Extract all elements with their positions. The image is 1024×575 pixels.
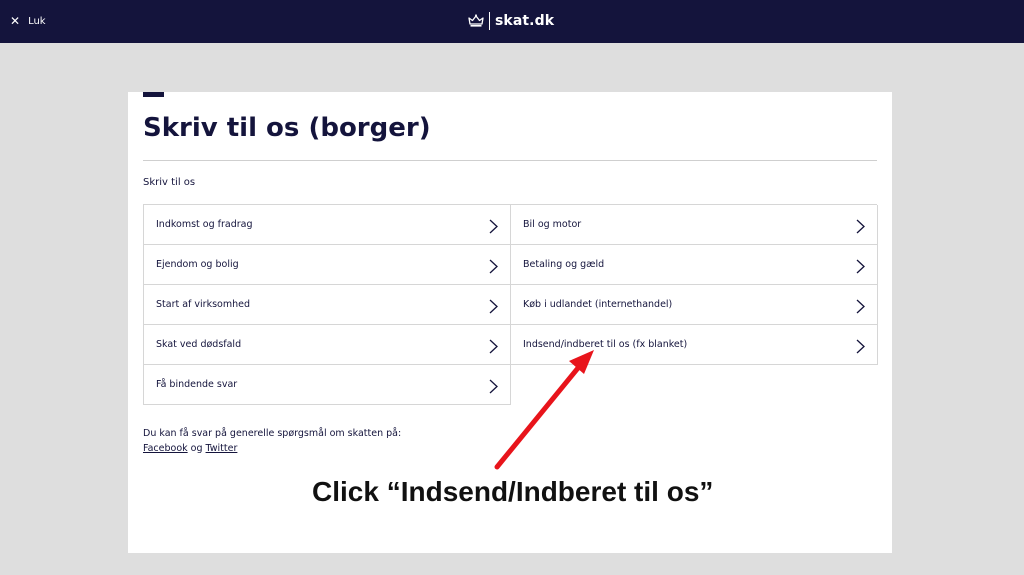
topic-label: Skat ved dødsfald [156,339,242,350]
topic-item-indsend[interactable]: Indsend/indberet til os (fx blanket) [511,325,878,365]
topic-item-bindende-svar[interactable]: Få bindende svar [144,365,511,405]
topic-label: Køb i udlandet (internethandel) [523,299,673,310]
title-accent-bar [143,92,164,97]
close-label: Luk [28,15,46,27]
chevron-right-icon [489,259,498,274]
topic-item-doedsfald[interactable]: Skat ved dødsfald [144,325,511,365]
topic-label: Indkomst og fradrag [156,219,253,230]
topic-item-udlandet[interactable]: Køb i udlandet (internethandel) [511,285,878,325]
topic-item-ejendom[interactable]: Ejendom og bolig [144,245,511,285]
chevron-right-icon [856,219,865,234]
close-icon: ✕ [10,14,21,28]
title-divider [143,160,877,161]
annotation-text: Click “Indsend/Indberet til os” [312,476,714,507]
chevron-right-icon [856,299,865,314]
footer-intro: Du kan få svar på generelle spørgsmål om… [143,428,402,439]
chevron-right-icon [489,219,498,234]
grid-empty-cell [511,365,878,405]
chevron-right-icon [856,339,865,354]
topic-item-virksomhed[interactable]: Start af virksomhed [144,285,511,325]
twitter-link[interactable]: Twitter [206,443,238,454]
section-subtitle: Skriv til os [143,177,196,188]
skat-logo[interactable]: skat.dk [468,10,554,32]
topic-item-indkomst[interactable]: Indkomst og fradrag [144,205,511,245]
page-title: Skriv til os (borger) [143,113,431,143]
facebook-link[interactable]: Facebook [143,443,188,454]
topic-label: Indsend/indberet til os (fx blanket) [523,339,688,350]
chevron-right-icon [489,339,498,354]
topic-item-betaling[interactable]: Betaling og gæld [511,245,878,285]
topic-label: Få bindende svar [156,379,238,390]
footer-links: Facebook og Twitter [143,441,401,456]
chevron-right-icon [856,259,865,274]
logo-divider [489,12,490,30]
close-button[interactable]: ✕ Luk [10,12,46,30]
chevron-right-icon [489,379,498,394]
top-bar: ✕ Luk skat.dk [0,0,1024,43]
footer-text: Du kan få svar på generelle spørgsmål om… [143,426,401,456]
logo-text: skat.dk [495,13,555,29]
footer-conjunction: og [190,443,203,454]
topic-item-bil[interactable]: Bil og motor [511,205,878,245]
chevron-right-icon [489,299,498,314]
topic-label: Ejendom og bolig [156,259,239,270]
topic-label: Bil og motor [523,219,582,230]
topic-label: Start af virksomhed [156,299,250,310]
topic-label: Betaling og gæld [523,259,605,270]
topic-grid: Indkomst og fradrag Bil og motor Ejendom… [143,204,878,405]
crown-icon [468,14,484,27]
